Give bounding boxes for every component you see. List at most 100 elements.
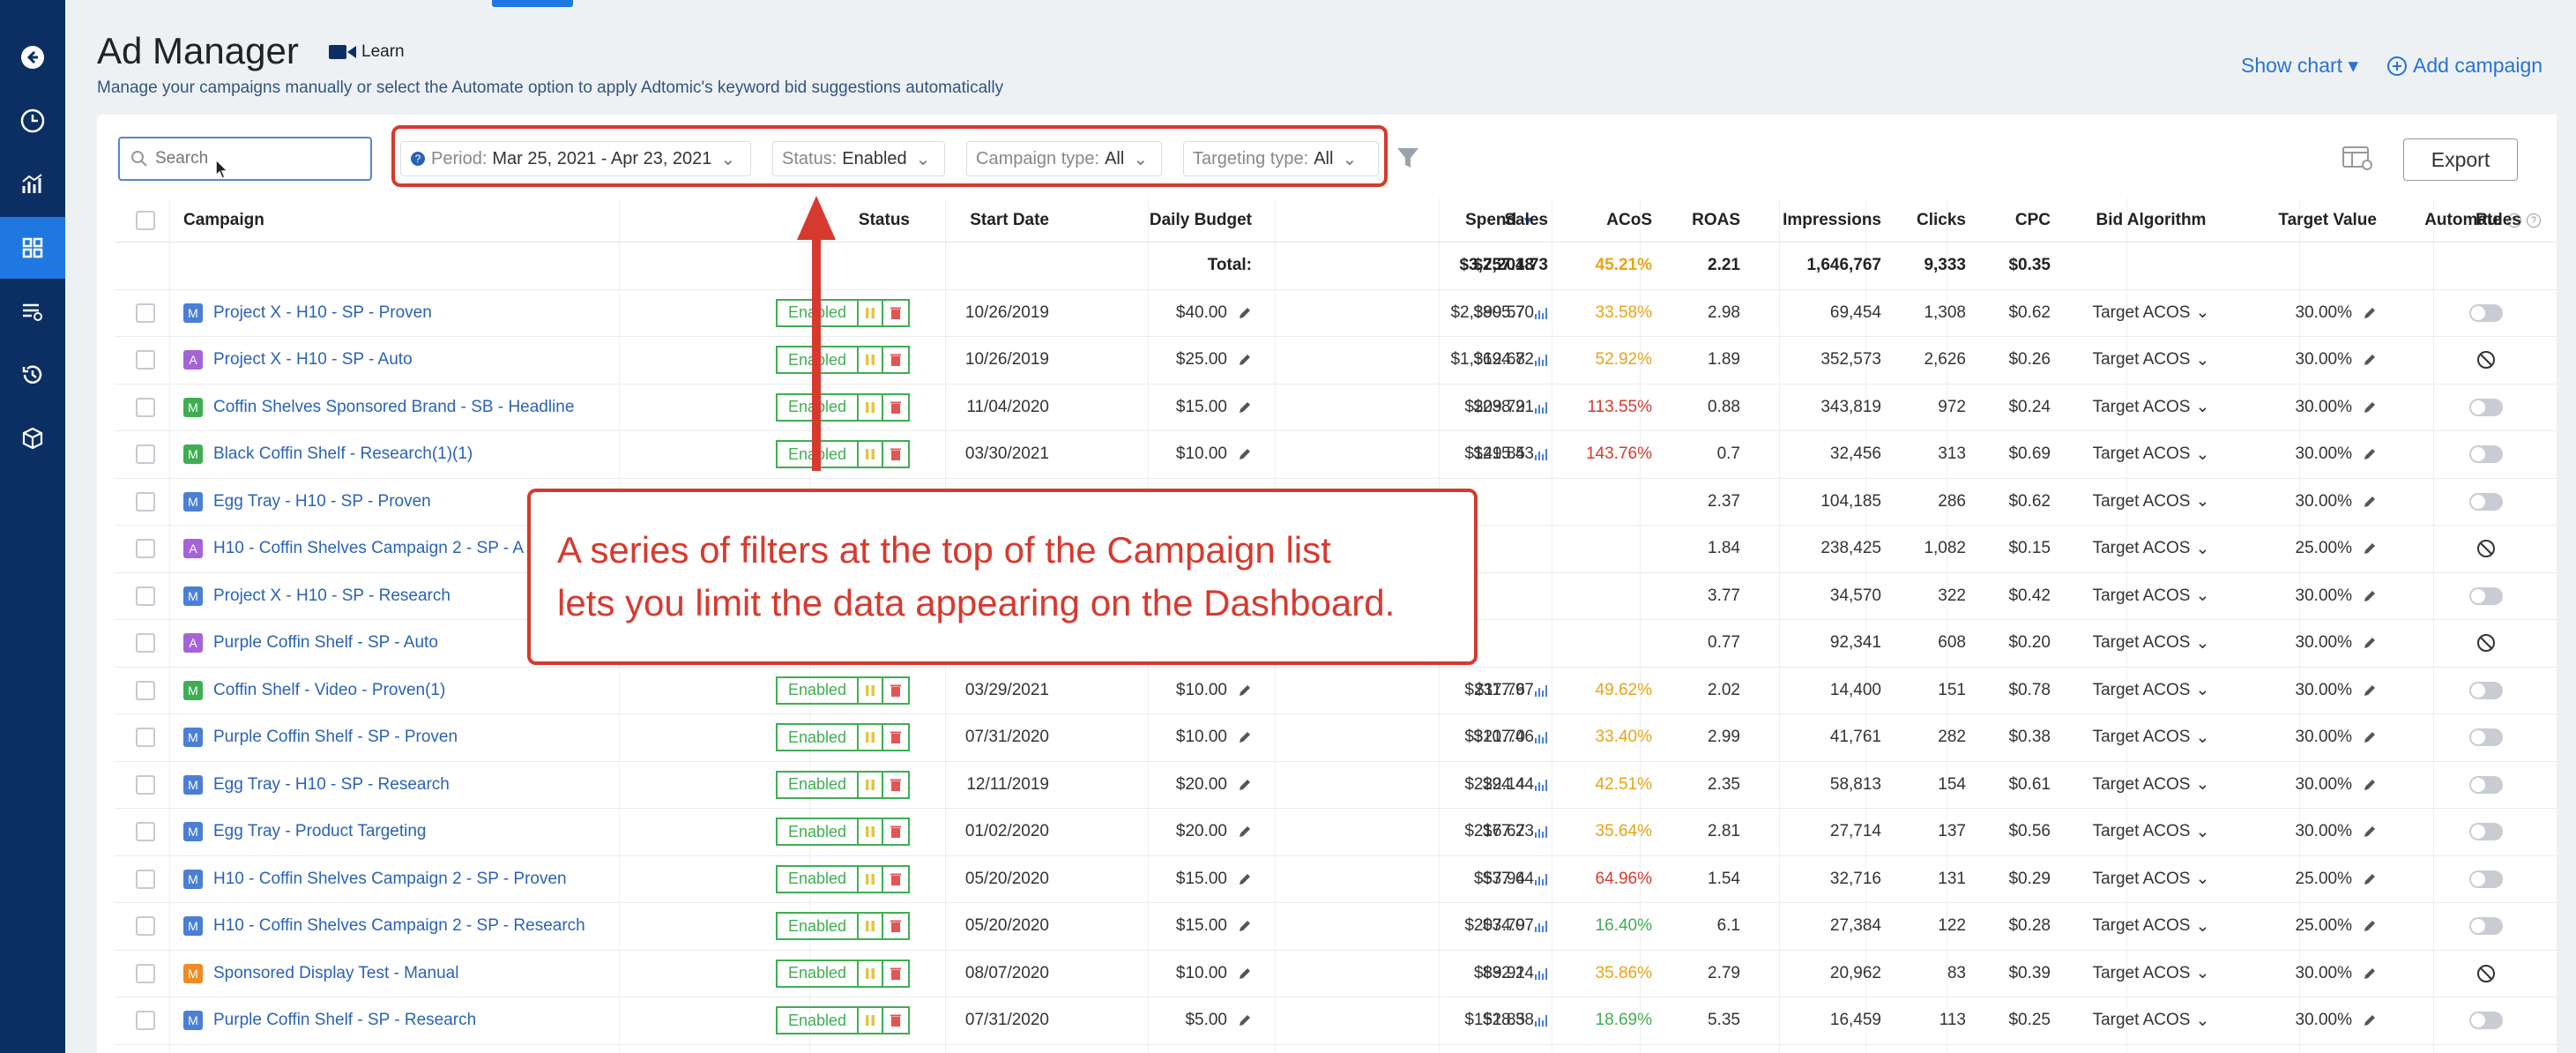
col-start-date[interactable]: Start Date (926, 198, 1049, 242)
trash-icon[interactable] (883, 678, 908, 703)
automate-toggle[interactable] (2469, 1012, 2503, 1030)
bar-chart-icon[interactable] (1534, 683, 1548, 698)
funnel-icon[interactable] (1395, 145, 1421, 171)
bar-chart-icon[interactable] (1534, 778, 1548, 792)
trash-icon[interactable] (883, 347, 908, 372)
col-clicks[interactable]: Clicks (1887, 198, 1966, 242)
campaign-name-link[interactable]: Project X - H10 - SP - Proven (213, 303, 432, 323)
trash-icon[interactable] (883, 914, 908, 938)
search-input[interactable] (155, 149, 349, 168)
bar-chart-icon[interactable] (1534, 967, 1548, 981)
campaign-name-link[interactable]: Coffin Shelves Sponsored Brand - SB - He… (213, 398, 574, 417)
rules-list-icon[interactable] (11, 289, 55, 333)
history-icon[interactable] (11, 353, 55, 397)
col-target-value[interactable]: Target Value (2248, 198, 2377, 242)
row-checkbox[interactable] (136, 963, 155, 983)
search-box[interactable] (118, 137, 372, 181)
pencil-icon[interactable] (1238, 400, 1252, 414)
pencil-icon[interactable] (2363, 730, 2377, 744)
pencil-icon[interactable] (2363, 636, 2377, 650)
trash-icon[interactable] (883, 1008, 908, 1033)
back-icon[interactable] (11, 35, 55, 79)
status-enabled-label[interactable]: Enabled (778, 914, 859, 939)
bar-chart-icon[interactable] (1534, 825, 1548, 839)
col-sales[interactable]: Sales (1384, 198, 1548, 242)
row-checkbox[interactable] (136, 491, 155, 512)
automate-toggle[interactable] (2469, 917, 2503, 936)
status-enabled-label[interactable]: Enabled (778, 725, 859, 751)
status-filter[interactable]: Status: Enabled ⌄ (772, 141, 945, 176)
col-roas[interactable]: ROAS (1657, 198, 1740, 242)
analytics-icon[interactable] (11, 162, 55, 206)
bid-algorithm-dropdown[interactable]: Target ACOS ⌄ (2063, 337, 2239, 384)
row-checkbox[interactable] (136, 680, 155, 700)
status-enabled-label[interactable]: Enabled (778, 677, 859, 703)
campaign-name-link[interactable]: Egg Tray - H10 - SP - Proven (213, 492, 431, 512)
trash-icon[interactable] (883, 773, 908, 797)
campaign-name-link[interactable]: H10 - Coffin Shelves Campaign 2 - SP - R… (213, 916, 585, 936)
campaign-name-link[interactable]: Egg Tray - H10 - SP - Research (213, 775, 450, 795)
automate-toggle[interactable] (2469, 303, 2503, 322)
trash-icon[interactable] (883, 725, 908, 750)
bar-chart-icon[interactable] (1534, 400, 1548, 414)
status-enabled-label[interactable]: Enabled (778, 772, 859, 797)
pencil-icon[interactable] (1238, 447, 1252, 461)
pause-icon[interactable] (859, 914, 883, 939)
row-checkbox[interactable] (136, 302, 155, 323)
bar-chart-icon[interactable] (1534, 1013, 1548, 1027)
row-checkbox[interactable] (136, 397, 155, 417)
pencil-icon[interactable] (1238, 730, 1252, 744)
pencil-icon[interactable] (1238, 872, 1252, 886)
dashboard-clock-icon[interactable] (11, 99, 55, 143)
pencil-icon[interactable] (1238, 919, 1252, 933)
trash-icon[interactable] (883, 819, 908, 844)
campaign-name-link[interactable]: Project X - H10 - SP - Auto (213, 350, 413, 370)
row-checkbox[interactable] (136, 350, 155, 370)
col-bid-algorithm[interactable]: Bid Algorithm (2063, 198, 2239, 242)
row-checkbox[interactable] (136, 774, 155, 795)
row-checkbox[interactable] (136, 916, 155, 937)
pause-icon[interactable] (859, 960, 883, 986)
pause-icon[interactable] (859, 300, 883, 325)
pencil-icon[interactable] (1238, 683, 1252, 698)
pause-icon[interactable] (859, 725, 883, 751)
status-enabled-label[interactable]: Enabled (778, 960, 859, 986)
automate-toggle[interactable] (2469, 445, 2503, 464)
pencil-icon[interactable] (1238, 306, 1252, 320)
campaign-name-link[interactable]: Egg Tray - Product Targeting (213, 822, 427, 841)
pause-icon[interactable] (859, 347, 883, 373)
period-filter[interactable]: ? Period: Mar 25, 2021 - Apr 23, 2021 ⌄ (400, 141, 751, 176)
row-checkbox[interactable] (136, 444, 155, 465)
pencil-icon[interactable] (1238, 778, 1252, 792)
targeting-type-filter[interactable]: Targeting type: All ⌄ (1183, 141, 1379, 176)
pencil-icon[interactable] (1238, 967, 1252, 981)
automate-toggle[interactable] (2469, 728, 2503, 747)
col-rules[interactable]: Rules? (2451, 198, 2565, 242)
pause-icon[interactable] (859, 819, 883, 845)
show-chart-button[interactable]: Show chart ▾ (2241, 54, 2358, 78)
add-campaign-button[interactable]: Add campaign (2386, 54, 2542, 78)
pencil-icon[interactable] (2363, 495, 2377, 509)
pencil-icon[interactable] (2363, 919, 2377, 933)
col-campaign[interactable]: Campaign (183, 198, 264, 242)
bid-algorithm-dropdown[interactable]: Target ACOS ⌄ (2063, 620, 2239, 667)
pause-icon[interactable] (859, 442, 883, 467)
bar-chart-icon[interactable] (1534, 306, 1548, 320)
select-all-checkbox[interactable] (136, 210, 155, 230)
row-checkbox[interactable] (136, 586, 155, 606)
bid-algorithm-dropdown[interactable]: Target ACOS ⌄ (2063, 809, 2239, 855)
row-checkbox[interactable] (136, 869, 155, 889)
pencil-icon[interactable] (2363, 825, 2377, 839)
pencil-icon[interactable] (2363, 306, 2377, 320)
status-enabled-label[interactable]: Enabled (778, 819, 859, 845)
bar-chart-icon[interactable] (1534, 872, 1548, 886)
col-cpc[interactable]: CPC (1971, 198, 2051, 242)
automate-toggle[interactable] (2469, 586, 2503, 605)
bid-algorithm-dropdown[interactable]: Target ACOS ⌄ (2063, 997, 2239, 1044)
row-checkbox[interactable] (136, 728, 155, 748)
bar-chart-icon[interactable] (1534, 353, 1548, 367)
automate-toggle[interactable] (2469, 681, 2503, 699)
trash-icon[interactable] (883, 301, 908, 325)
pencil-icon[interactable] (1238, 353, 1252, 367)
pencil-icon[interactable] (2363, 1013, 2377, 1027)
